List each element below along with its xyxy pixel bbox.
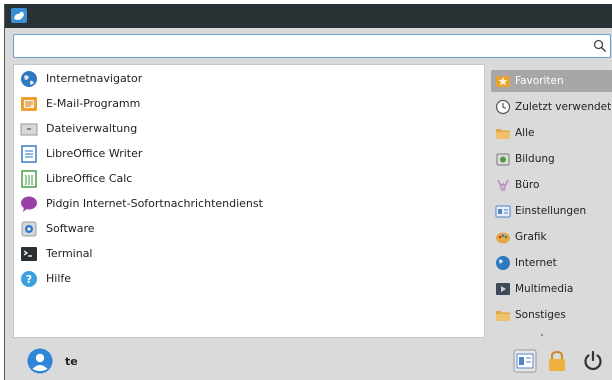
calc-icon xyxy=(21,170,37,188)
graphics-icon xyxy=(496,232,510,244)
application-menu: Internetnavigator E-Mail-Programm Dateiv… xyxy=(4,4,612,380)
office-icon xyxy=(497,179,509,191)
category-label: Favoriten xyxy=(515,75,564,87)
app-item-hilfe[interactable]: ? Hilfe xyxy=(14,267,484,291)
category-sonstiges[interactable]: Sonstiges xyxy=(491,304,612,326)
category-internet[interactable]: Internet xyxy=(491,252,612,274)
help-icon: ? xyxy=(21,271,37,287)
category-label: Sonstiges xyxy=(515,309,566,321)
file-manager-icon xyxy=(20,123,38,136)
category-multimedia[interactable]: Multimedia xyxy=(491,278,612,300)
app-label: LibreOffice Writer xyxy=(46,147,143,160)
svg-text:?: ? xyxy=(26,273,32,286)
recent-icon xyxy=(495,99,511,115)
app-label: Software xyxy=(46,222,95,235)
category-zuletzt-verwendet[interactable]: Zuletzt verwendet xyxy=(491,96,612,118)
username: te xyxy=(65,355,78,368)
category-bildung[interactable]: Bildung xyxy=(491,148,612,170)
star-icon xyxy=(496,76,510,87)
category-favoriten[interactable]: Favoriten xyxy=(491,70,612,92)
menu-footer: te xyxy=(5,342,612,380)
app-item-software[interactable]: Software xyxy=(14,217,484,241)
avatar-icon[interactable] xyxy=(27,348,53,374)
app-label: Hilfe xyxy=(46,272,72,285)
category-label: Multimedia xyxy=(515,283,574,295)
mail-icon xyxy=(21,97,37,111)
settings-manager-button[interactable] xyxy=(513,349,537,373)
misc-icon xyxy=(496,311,510,321)
app-label: Internetnavigator xyxy=(46,72,143,85)
category-label: Zuletzt verwendet xyxy=(515,101,612,113)
pidgin-icon xyxy=(21,196,37,212)
internet-icon xyxy=(496,256,510,270)
app-label: Terminal xyxy=(46,247,93,260)
app-label: Dateiverwaltung xyxy=(46,122,138,135)
category-alle[interactable]: Alle xyxy=(491,122,612,144)
category-label: Grafik xyxy=(515,231,547,243)
application-list: Internetnavigator E-Mail-Programm Dateiv… xyxy=(13,64,485,338)
education-icon xyxy=(496,153,510,166)
app-item-pidgin[interactable]: Pidgin Internet-Sofortnachrichtendienst xyxy=(14,192,484,216)
category-list: Favoriten Zuletzt verwendet Alle Bildung xyxy=(491,64,612,338)
search-field[interactable] xyxy=(13,34,611,58)
power-button[interactable] xyxy=(581,349,605,373)
search-icon[interactable] xyxy=(593,39,607,53)
xfce-logo-icon xyxy=(11,8,27,23)
scroll-indicator xyxy=(541,334,543,336)
globe-icon xyxy=(21,71,37,87)
folder-icon xyxy=(496,129,510,139)
category-label: Einstellungen xyxy=(515,205,587,217)
app-item-e-mail-programm[interactable]: E-Mail-Programm xyxy=(14,92,484,116)
app-item-libreoffice-writer[interactable]: LibreOffice Writer xyxy=(14,142,484,166)
app-item-internetnavigator[interactable]: Internetnavigator xyxy=(14,67,484,91)
app-item-terminal[interactable]: Terminal xyxy=(14,242,484,266)
category-grafik[interactable]: Grafik xyxy=(491,226,612,248)
app-item-dateiverwaltung[interactable]: Dateiverwaltung xyxy=(14,117,484,141)
app-label: LibreOffice Calc xyxy=(46,172,133,185)
category-einstellungen[interactable]: Einstellungen xyxy=(491,200,612,222)
category-buero[interactable]: Büro xyxy=(491,174,612,196)
category-label: Bildung xyxy=(515,153,555,165)
category-label: Internet xyxy=(515,257,557,269)
multimedia-icon xyxy=(496,283,510,295)
writer-icon xyxy=(21,145,37,163)
category-label: Alle xyxy=(515,127,535,139)
terminal-icon xyxy=(21,247,37,261)
settings-icon xyxy=(495,205,511,218)
category-label: Büro xyxy=(515,179,540,191)
app-item-libreoffice-calc[interactable]: LibreOffice Calc xyxy=(14,167,484,191)
software-icon xyxy=(21,221,37,237)
search-input[interactable] xyxy=(18,37,588,55)
app-label: Pidgin Internet-Sofortnachrichtendienst xyxy=(46,197,263,210)
lock-screen-button[interactable] xyxy=(545,349,569,373)
menu-header xyxy=(5,4,612,28)
app-label: E-Mail-Programm xyxy=(46,97,141,110)
